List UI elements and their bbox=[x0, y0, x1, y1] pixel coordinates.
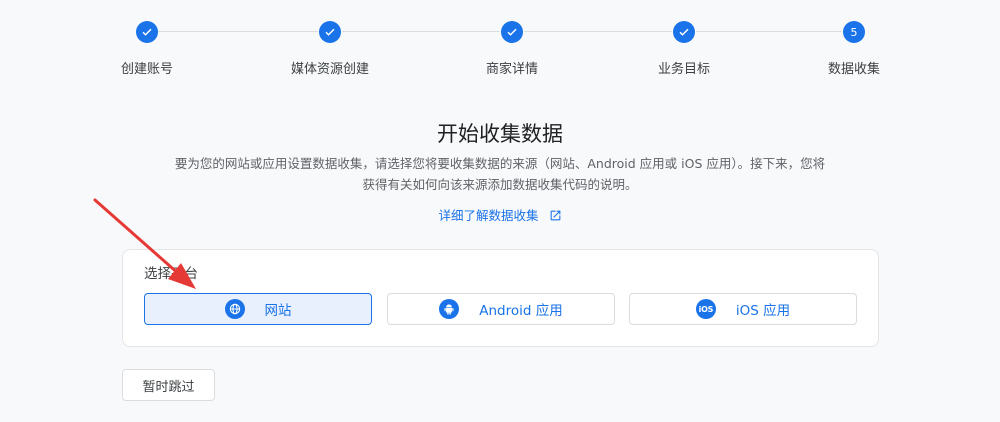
android-icon bbox=[439, 299, 460, 319]
step-label-business-details: 商家详情 bbox=[485, 62, 539, 77]
page-description: 要为您的网站或应用设置数据收集，请选择您将要收集数据的来源（网站、Android… bbox=[160, 153, 840, 195]
step-connector bbox=[524, 31, 672, 32]
step-2-check-icon bbox=[319, 21, 341, 43]
step-1-check-icon bbox=[136, 21, 158, 43]
ios-icon: iOS bbox=[695, 299, 716, 319]
page-title: 开始收集数据 bbox=[437, 122, 563, 146]
learn-more-label: 详细了解数据收集 bbox=[438, 208, 539, 223]
learn-more-link[interactable]: 详细了解数据收集 bbox=[0, 205, 1000, 224]
platform-ios-button[interactable]: iOS iOS 应用 bbox=[629, 293, 857, 325]
step-number: 5 bbox=[850, 25, 858, 39]
platform-card-title: 选择平台 bbox=[144, 266, 198, 282]
platform-android-label: Android 应用 bbox=[479, 303, 563, 319]
open-in-new-icon bbox=[550, 210, 560, 221]
description-line-1: 要为您的网站或应用设置数据收集，请选择您将要收集数据的来源（网站、Android… bbox=[174, 156, 826, 171]
ios-icon-text: iOS bbox=[698, 304, 714, 314]
platform-ios-label: iOS 应用 bbox=[735, 303, 791, 319]
stepper: 5 创建账号 媒体资源创建 商家详情 业务目标 数据收集 bbox=[0, 0, 1000, 90]
step-connector bbox=[696, 31, 842, 32]
step-connector bbox=[158, 31, 318, 32]
step-label-create-account: 创建账号 bbox=[120, 62, 174, 77]
platform-android-button[interactable]: Android 应用 bbox=[387, 293, 615, 325]
step-connector bbox=[342, 31, 500, 32]
skip-for-now-button[interactable]: 暂时跳过 bbox=[122, 369, 215, 401]
step-label-business-objectives: 业务目标 bbox=[657, 62, 711, 77]
step-4-check-icon bbox=[673, 21, 695, 43]
description-line-2: 获得有关如何向该来源添加数据收集代码的说明。 bbox=[362, 177, 638, 192]
step-label-data-collection: 数据收集 bbox=[827, 62, 881, 77]
step-label-property-creation: 媒体资源创建 bbox=[290, 62, 370, 77]
globe-icon bbox=[224, 299, 245, 319]
step-3-check-icon bbox=[501, 21, 523, 43]
platform-web-label: 网站 bbox=[264, 303, 292, 319]
step-5-number: 5 bbox=[843, 21, 865, 43]
platform-web-button[interactable]: 网站 bbox=[144, 293, 372, 325]
platform-card: 选择平台 网站 Android 应用 iOS iOS 应用 bbox=[122, 249, 879, 347]
